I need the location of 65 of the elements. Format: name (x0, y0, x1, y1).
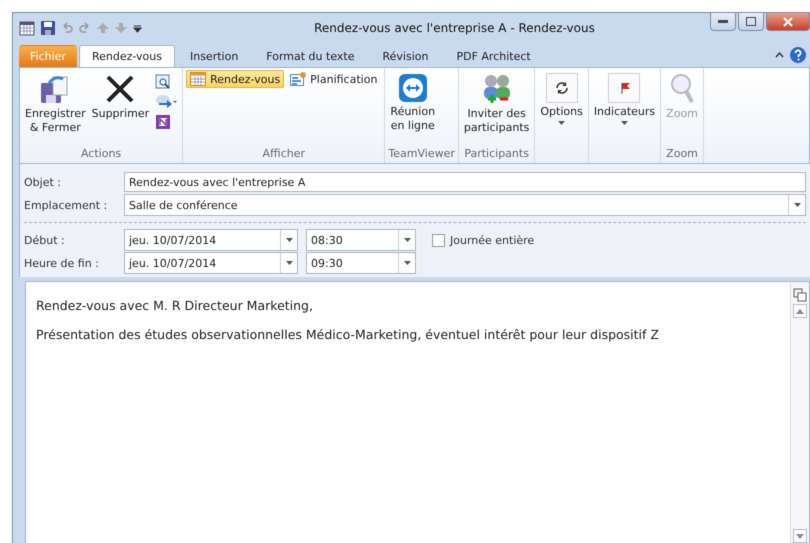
flag-icon (608, 73, 640, 103)
body-paragraph: Présentation des études observationnelles Médico-Marketing, éventuel intérêt pour leur dispositif Z (36, 327, 660, 342)
group-label: Actions (80, 147, 122, 162)
ribbon-tab[interactable]: Révision (370, 45, 442, 67)
group-label: Afficher (262, 147, 306, 162)
date-field[interactable]: jeu. 10/07/2014 (124, 252, 298, 274)
save-icon[interactable] (41, 21, 55, 35)
maximize-icon (746, 17, 756, 26)
ribbon-button[interactable]: Inviter des participants (462, 70, 532, 138)
help-icon[interactable] (790, 47, 806, 63)
minimize-button[interactable] (710, 13, 736, 31)
collapse-icon[interactable] (775, 52, 784, 58)
group-label: Participants (463, 147, 530, 162)
ribbon-button[interactable]: Réunion en ligne (388, 70, 438, 136)
caret-icon (620, 121, 628, 125)
all-day-checkbox[interactable]: Journée entière (426, 232, 540, 248)
down-arrow-icon (796, 534, 804, 538)
time-field[interactable]: 09:30 (306, 252, 416, 274)
subject-field[interactable]: Rendez-vous avec l'entreprise A (124, 172, 806, 192)
view-button[interactable]: Planification (286, 70, 382, 88)
group-label: TeamViewer (388, 147, 455, 162)
caret-icon (404, 261, 410, 265)
delete-icon (104, 73, 136, 105)
field-label: Objet : (24, 176, 62, 188)
ribbon-tab[interactable]: Format du texte (253, 45, 368, 67)
teamviewer-icon (398, 73, 428, 103)
ribbon-button[interactable]: Supprimer (90, 70, 152, 124)
field-label: Heure de fin : (24, 256, 100, 270)
scroll-up-button[interactable] (793, 304, 807, 318)
caret-icon (286, 261, 292, 265)
onenote-icon[interactable] (155, 114, 172, 132)
magnifier-icon (669, 73, 696, 105)
ribbon-tab[interactable]: PDF Architect (443, 45, 544, 67)
calendar-search-icon[interactable] (155, 74, 172, 90)
minimize-icon (718, 20, 728, 24)
schedule-icon (290, 72, 306, 86)
calendar-icon (190, 72, 206, 86)
split-icon[interactable] (793, 288, 807, 302)
field-label: Emplacement : (24, 198, 108, 212)
view-button[interactable]: Rendez-vous (186, 70, 284, 88)
up-arrow-icon (796, 308, 804, 314)
ribbon-button[interactable]: Indicateurs (592, 70, 658, 128)
refresh-icon (546, 73, 578, 103)
ribbon-button[interactable]: Enregistrer & Fermer (23, 70, 88, 138)
window-title: Rendez-vous avec l'entreprise A - Rendez-vous (313, 21, 596, 35)
caret-icon (794, 203, 800, 207)
group-label: Zoom (665, 147, 699, 162)
close-button[interactable] (766, 13, 810, 31)
customize-icon[interactable] (133, 23, 142, 33)
ribbon-tab[interactable]: Insertion (176, 45, 252, 67)
ribbon-tab[interactable]: Rendez-vous (78, 45, 175, 67)
field-label: Début : (24, 234, 66, 246)
body-paragraph: Rendez-vous avec M. R Directeur Marketing, (36, 298, 314, 313)
close-icon (783, 16, 793, 26)
caret-icon (404, 238, 410, 242)
ribbon-button[interactable]: Options (538, 70, 585, 128)
caret-icon (558, 121, 566, 125)
calendar-icon[interactable] (19, 20, 35, 36)
time-field[interactable]: 08:30 (306, 229, 416, 251)
location-field[interactable]: Salle de conférence (124, 194, 806, 216)
forward-icon[interactable] (155, 94, 178, 110)
scroll-down-button[interactable] (793, 529, 807, 543)
date-field[interactable]: jeu. 10/07/2014 (124, 229, 298, 251)
caret-icon (286, 238, 292, 242)
maximize-button[interactable] (738, 13, 764, 31)
